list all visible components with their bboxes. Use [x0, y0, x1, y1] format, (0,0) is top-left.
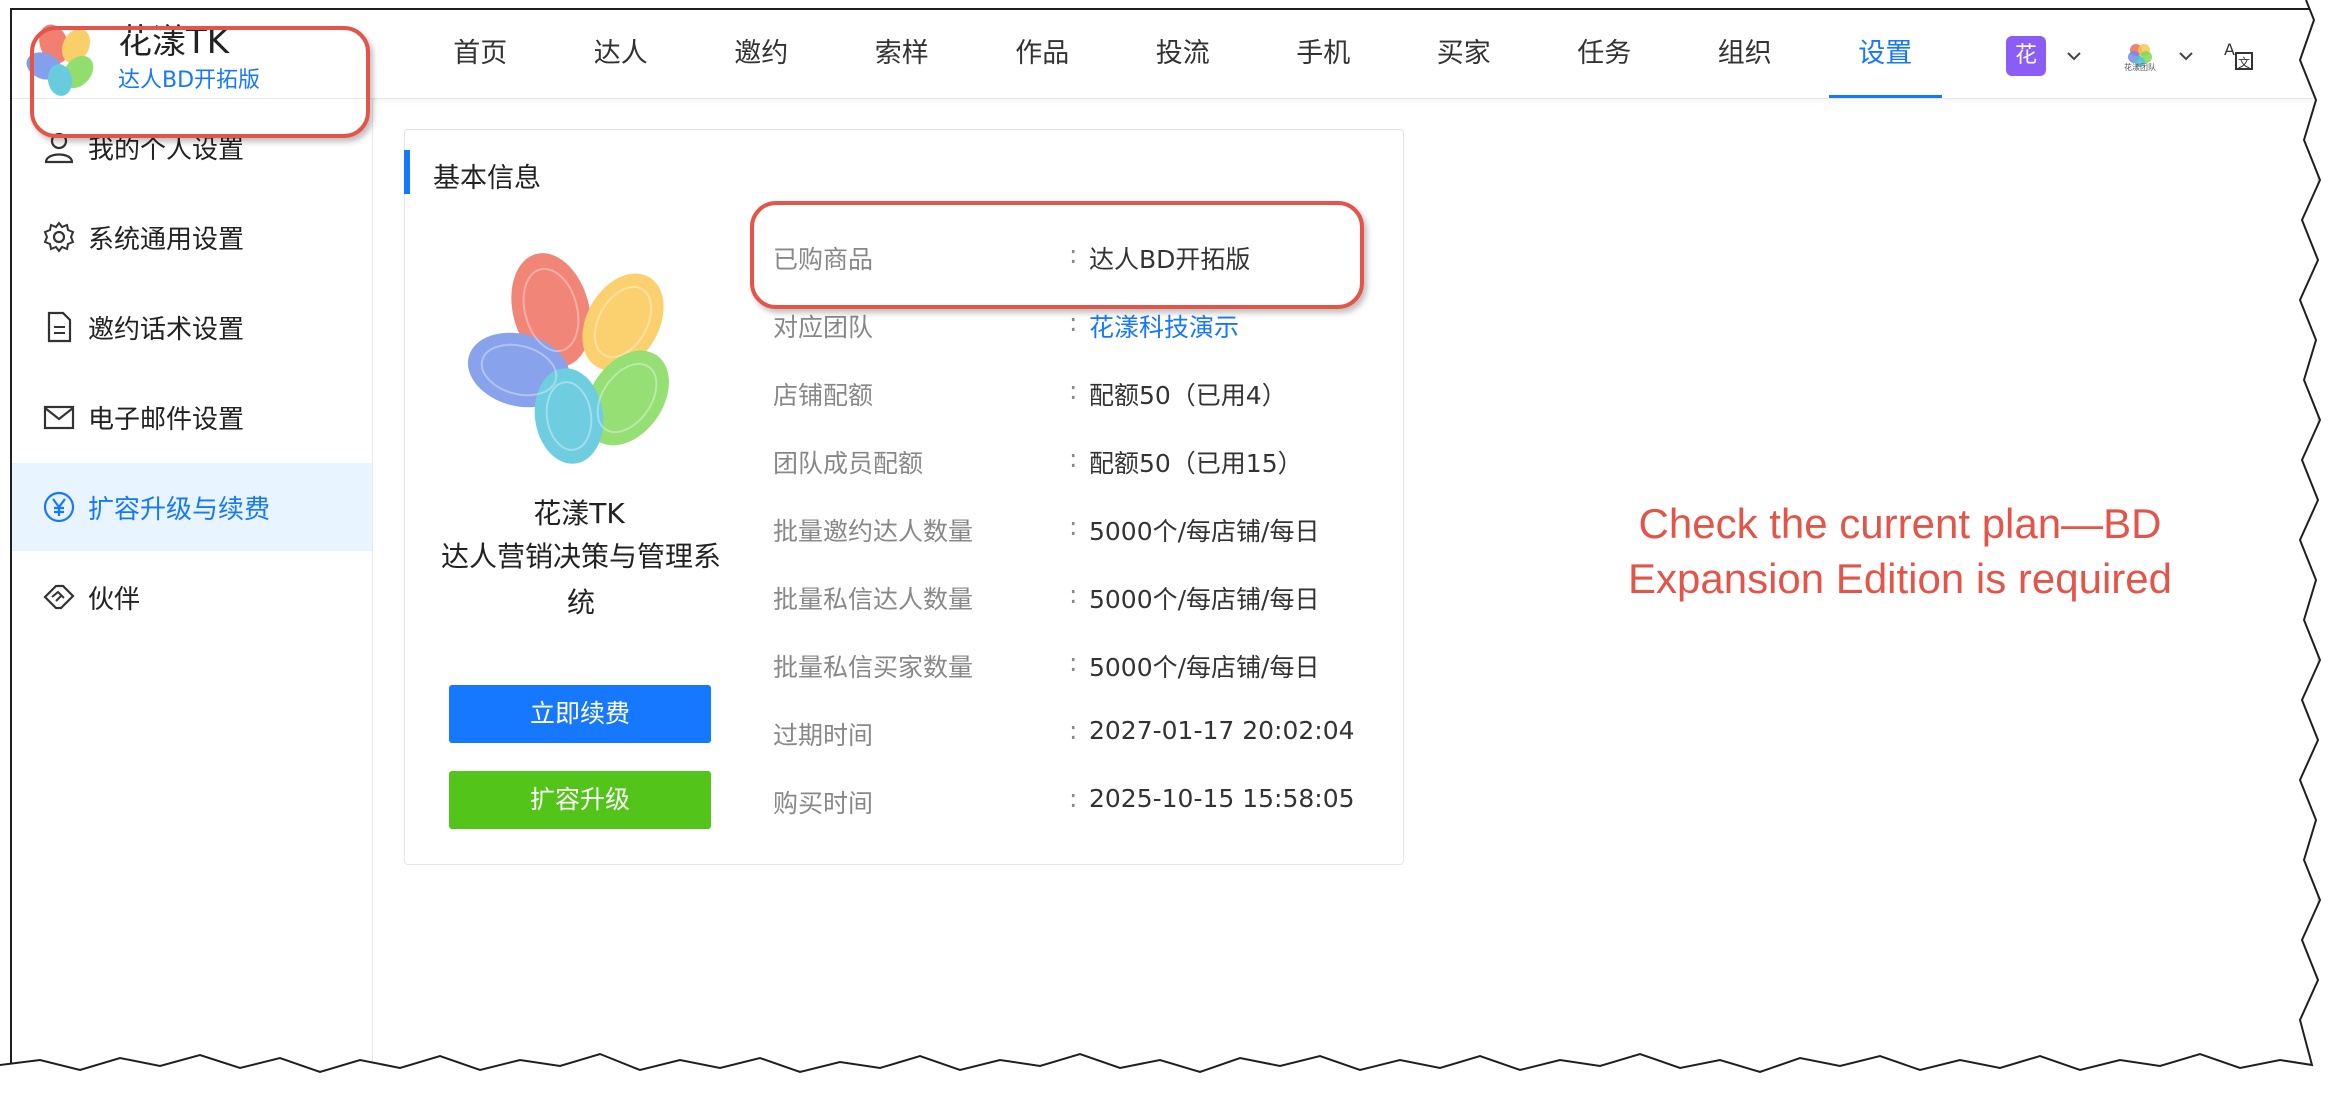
sidebar-item-label: 扩容升级与续费: [88, 494, 271, 525]
info-separator: :: [1069, 512, 1078, 541]
translate-icon[interactable]: A 文: [2222, 38, 2256, 72]
settings-sidebar: 我的个人设置 系统通用设置 邀约话术设置 电子邮件设置 扩容升级与续费 伙伴: [12, 99, 373, 1070]
yen-circle-icon: [43, 491, 75, 523]
info-value: 2025-10-15 15:58:05: [1089, 784, 1355, 813]
nav-invitations[interactable]: 邀约: [691, 10, 832, 98]
info-separator: :: [1069, 648, 1078, 677]
info-separator: :: [1069, 716, 1078, 745]
org-avatar[interactable]: 花: [2006, 36, 2046, 76]
sidebar-item-partners[interactable]: 伙伴: [12, 553, 372, 641]
sidebar-item-system-settings[interactable]: 系统通用设置: [12, 193, 372, 281]
product-description: 达人营销决策与管理系统: [440, 540, 721, 619]
annotation-callout: Check the current plan—BD Expansion Edit…: [1628, 500, 2172, 602]
info-value: 2027-01-17 20:02:04: [1089, 716, 1355, 745]
nav-phones[interactable]: 手机: [1253, 10, 1394, 98]
info-value: 配额50（已用15）: [1089, 449, 1303, 478]
document-icon: [47, 311, 72, 343]
upgrade-button[interactable]: 扩容升级: [449, 771, 711, 829]
renew-now-button[interactable]: 立即续费: [449, 685, 711, 743]
info-row-expiry-time: 过期时间 : 2027-01-17 20:02:04: [773, 716, 1383, 760]
info-value: 5000个/每店铺/每日: [1089, 653, 1320, 682]
product-name: 花漾TK: [533, 497, 625, 530]
nav-ads[interactable]: 投流: [1113, 10, 1254, 98]
info-separator: :: [1069, 580, 1078, 609]
info-key: 批量邀约达人数量: [773, 517, 974, 546]
info-row-team: 对应团队 : 花漾科技演示: [773, 308, 1383, 352]
app-window: 花漾TK 达人BD开拓版 首页 达人 邀约 索样 作品 投流 手机 买家 任务 …: [10, 8, 2317, 1070]
info-key: 批量私信达人数量: [773, 585, 974, 614]
info-separator: :: [1069, 444, 1078, 473]
sidebar-item-label: 系统通用设置: [88, 224, 245, 255]
info-key: 过期时间: [773, 721, 874, 750]
team-logo-text: 花漾团队: [2124, 63, 2156, 72]
svg-text:A: A: [2224, 40, 2235, 59]
section-accent-bar: [404, 150, 410, 194]
info-separator: :: [1069, 308, 1078, 337]
nav-tasks[interactable]: 任务: [1534, 10, 1675, 98]
sidebar-item-email-settings[interactable]: 电子邮件设置: [12, 373, 372, 461]
info-row-batch-dm-creators: 批量私信达人数量 : 5000个/每店铺/每日: [773, 580, 1383, 624]
mail-icon: [43, 405, 75, 430]
sidebar-item-upgrade-renewal[interactable]: 扩容升级与续费: [12, 463, 372, 551]
info-key: 团队成员配额: [773, 449, 924, 478]
info-key: 购买时间: [773, 789, 874, 818]
info-value: 5000个/每店铺/每日: [1089, 585, 1320, 614]
info-row-member-quota: 团队成员配额 : 配额50（已用15）: [773, 444, 1383, 488]
sidebar-item-invitation-scripts[interactable]: 邀约话术设置: [12, 283, 372, 371]
info-row-batch-dm-buyers: 批量私信买家数量 : 5000个/每店铺/每日: [773, 648, 1383, 692]
fingerprint-flower-logo: [467, 253, 669, 464]
sidebar-item-label: 伙伴: [88, 584, 141, 615]
sidebar-item-label: 邀约话术设置: [88, 314, 245, 345]
info-separator: :: [1069, 784, 1078, 813]
chevron-down-icon[interactable]: [2066, 48, 2082, 64]
info-row-batch-invite: 批量邀约达人数量 : 5000个/每店铺/每日: [773, 512, 1383, 556]
info-key: 对应团队: [773, 313, 874, 342]
card-title: 基本信息: [433, 163, 541, 194]
info-key: 店铺配额: [773, 381, 874, 410]
info-value: 5000个/每店铺/每日: [1089, 517, 1320, 546]
nav-sample-requests[interactable]: 索样: [832, 10, 973, 98]
main-nav: 首页 达人 邀约 索样 作品 投流 手机 买家 任务 组织 设置: [410, 10, 1956, 98]
info-value: 配额50（已用4）: [1089, 381, 1287, 410]
nav-buyers[interactable]: 买家: [1394, 10, 1535, 98]
nav-creators[interactable]: 达人: [551, 10, 692, 98]
sidebar-item-label: 电子邮件设置: [88, 404, 245, 435]
chevron-down-icon[interactable]: [2178, 48, 2194, 64]
info-key: 批量私信买家数量: [773, 653, 974, 682]
annotation-highlight-brand: [30, 26, 370, 138]
nav-works[interactable]: 作品: [972, 10, 1113, 98]
handshake-icon: [43, 584, 75, 610]
nav-organization[interactable]: 组织: [1675, 10, 1816, 98]
gear-icon: [43, 221, 75, 253]
team-link[interactable]: 花漾科技演示: [1089, 308, 1239, 344]
nav-home[interactable]: 首页: [410, 10, 551, 98]
info-row-purchase-time: 购买时间 : 2025-10-15 15:58:05: [773, 784, 1383, 828]
annotation-highlight-product: [750, 201, 1364, 309]
info-separator: :: [1069, 376, 1078, 405]
nav-settings[interactable]: 设置: [1815, 10, 1956, 98]
svg-text:文: 文: [2238, 55, 2250, 70]
info-row-store-quota: 店铺配额 : 配额50（已用4）: [773, 376, 1383, 420]
